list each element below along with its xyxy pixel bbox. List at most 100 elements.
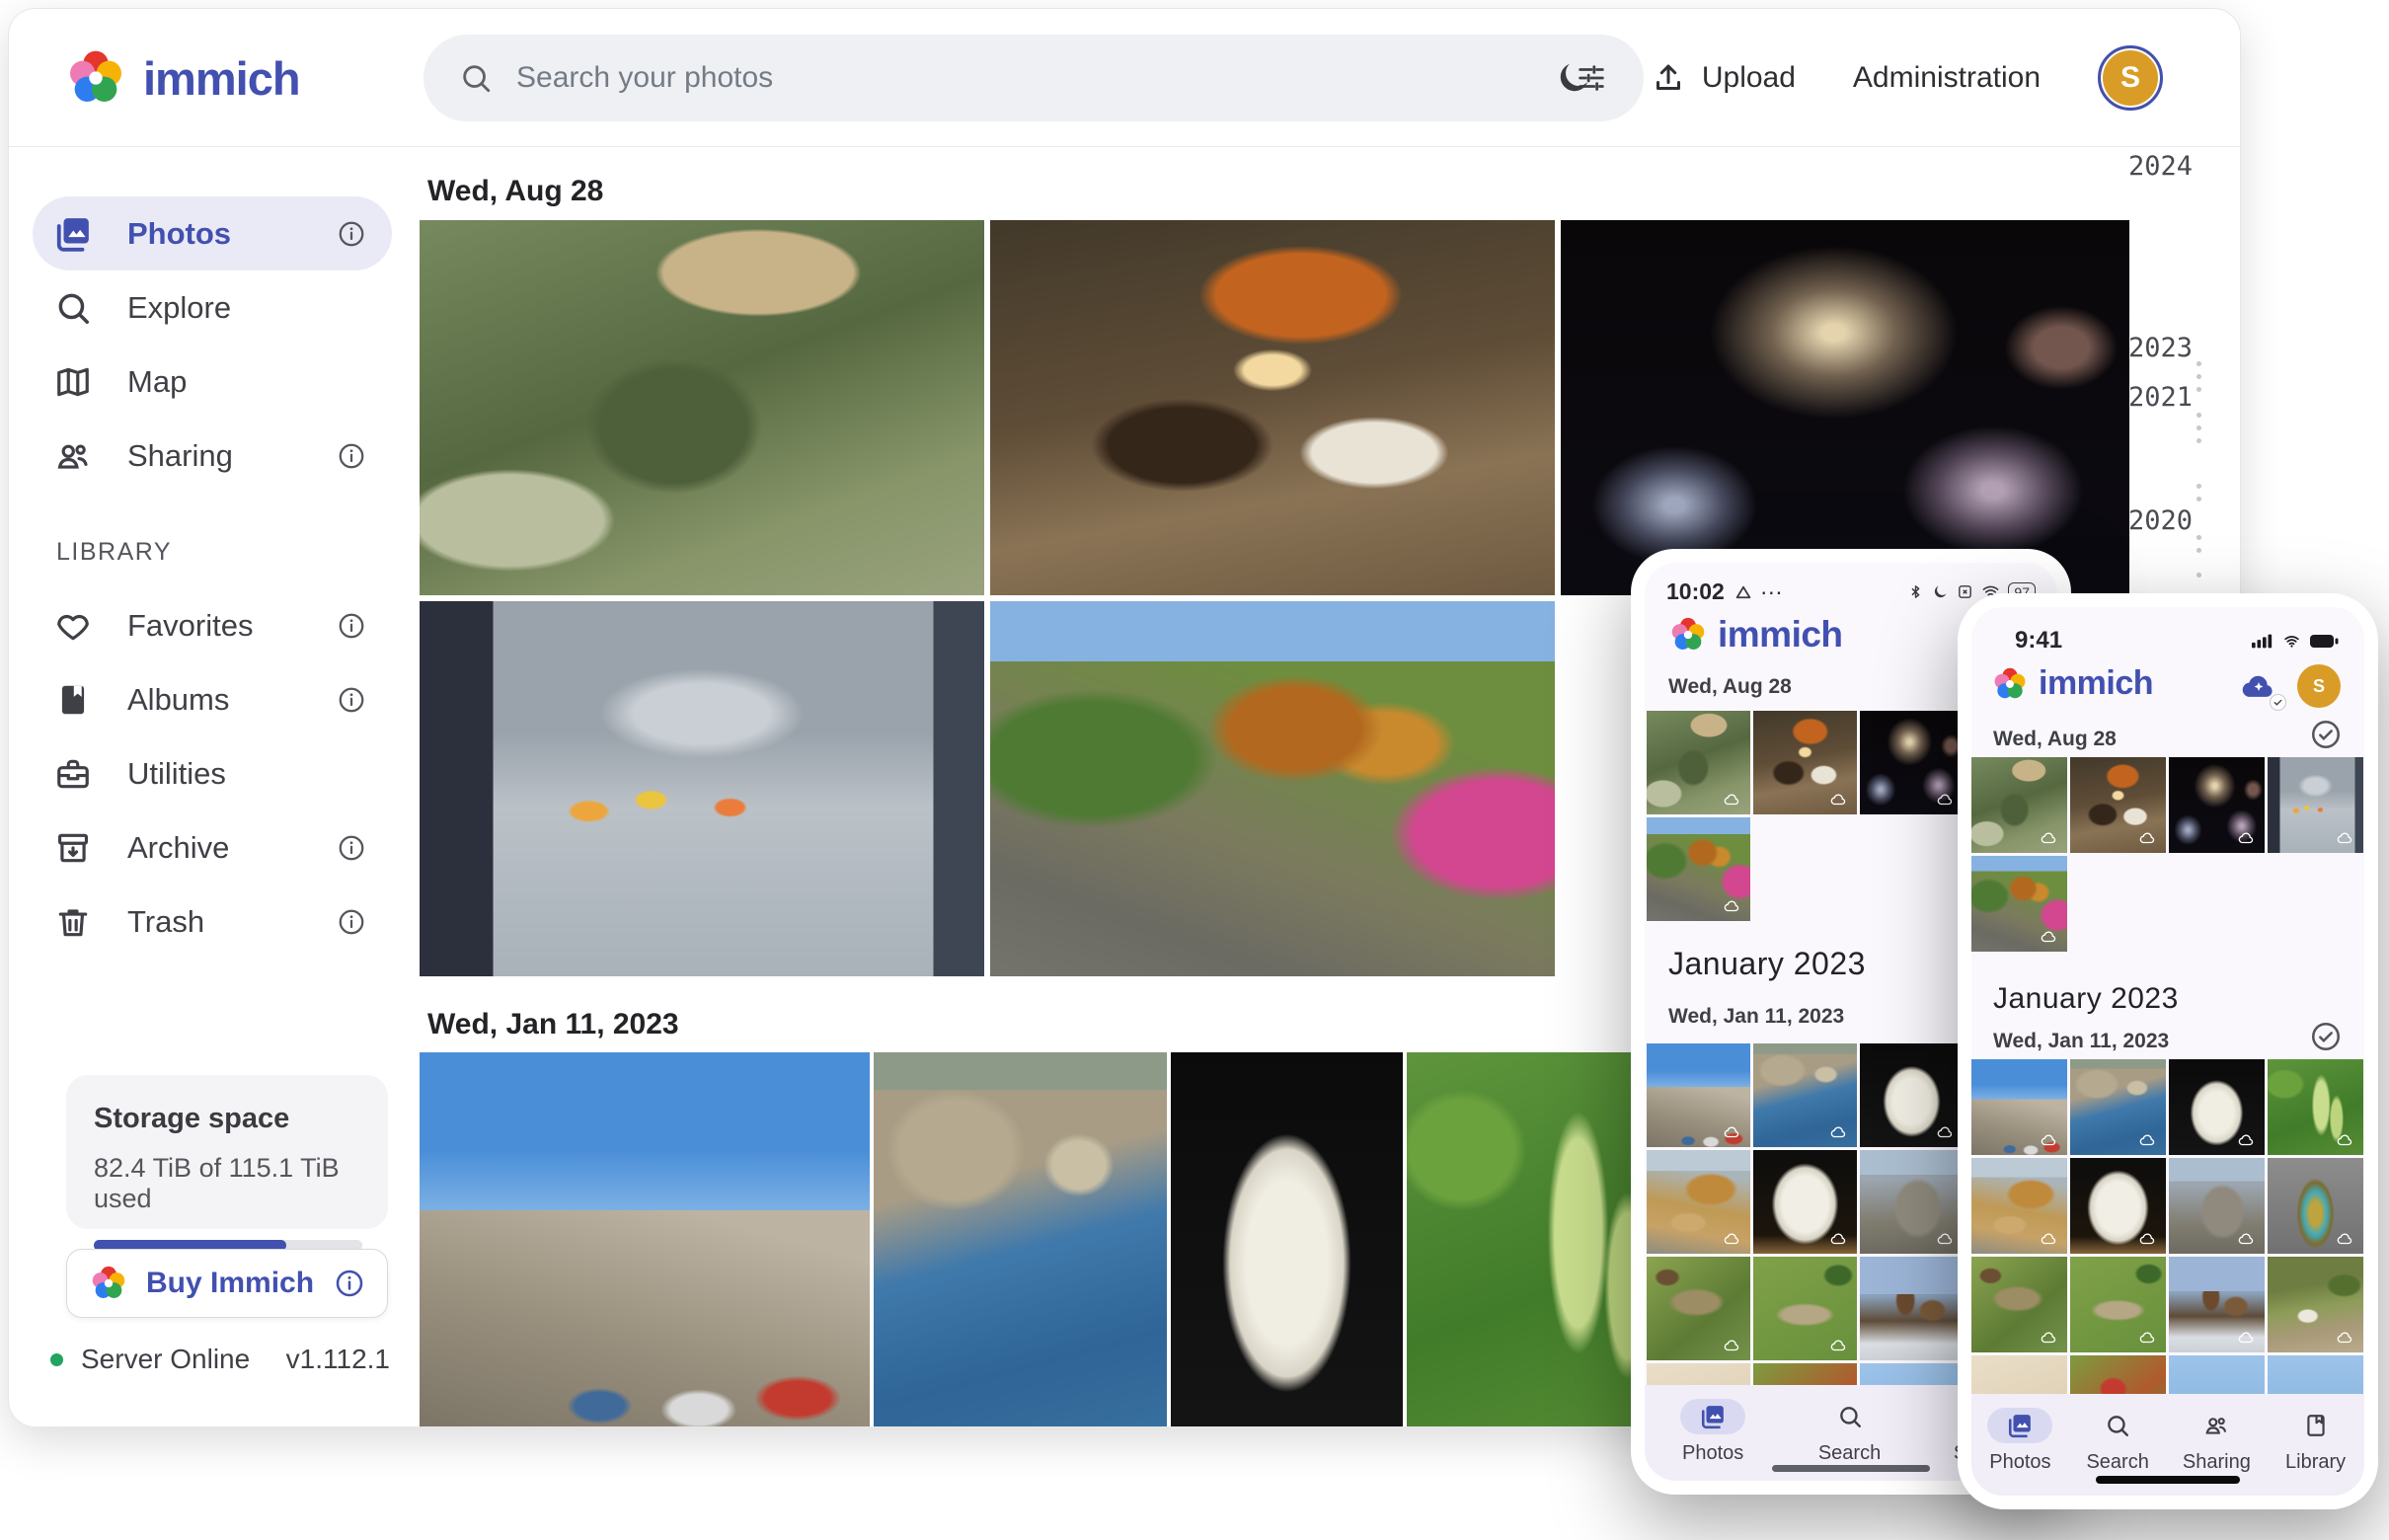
photo-thumb-fireworks[interactable] — [1860, 711, 1964, 814]
photo-thumb-lizard2[interactable] — [2070, 1257, 2166, 1352]
photo-castle[interactable] — [420, 1052, 870, 1427]
cloud-icon — [1721, 791, 1743, 808]
timeline-year-2021[interactable]: 2021 — [2128, 382, 2193, 413]
archive-icon — [54, 829, 92, 867]
phone2-nav-search[interactable]: Search — [2085, 1408, 2150, 1474]
phone2-nav-sharing[interactable]: Sharing — [2183, 1408, 2251, 1474]
cloud-icon — [2136, 1329, 2159, 1347]
photo-thumb-winterchurch[interactable] — [1860, 1257, 1964, 1360]
phone2-grid-aug — [1971, 757, 2364, 952]
battery-icon — [2310, 634, 2339, 649]
photo-monkeys[interactable] — [420, 220, 984, 595]
photo-thumb-ruins[interactable] — [2169, 1158, 2265, 1254]
home-indicator[interactable] — [2096, 1476, 2240, 1484]
phone1-nav-photos[interactable]: Photos — [1680, 1399, 1745, 1465]
photo-bust[interactable] — [1171, 1052, 1403, 1427]
sidebar-item-photos[interactable]: Photos — [33, 196, 392, 270]
sidebar-item-explore[interactable]: Explore — [33, 270, 392, 345]
sidebar-label: Albums — [127, 682, 337, 718]
photo-thumb-berries[interactable] — [2268, 1059, 2363, 1155]
photo-thumb-coastal[interactable] — [2070, 1059, 2166, 1155]
photo-thumb-bust[interactable] — [1860, 1043, 1964, 1147]
photo-thumb-winterchurch[interactable] — [2169, 1257, 2265, 1352]
photo-thumb-castle[interactable] — [1971, 1059, 2067, 1155]
sidebar-item-utilities[interactable]: Utilities — [33, 736, 392, 810]
select-all-check-icon[interactable] — [2309, 718, 2343, 751]
photo-thumb-castle[interactable] — [1647, 1043, 1750, 1147]
photo-thumb-beachcliff[interactable] — [1971, 1158, 2067, 1254]
photo-thumb-autumn[interactable] — [1647, 817, 1750, 921]
administration-link[interactable]: Administration — [1853, 61, 2041, 95]
info-icon[interactable] — [337, 611, 366, 641]
info-icon[interactable] — [337, 219, 366, 249]
photo-thumb-dinner[interactable] — [1753, 711, 1857, 814]
sidebar-item-albums[interactable]: Albums — [33, 662, 392, 736]
photo-fireworks[interactable] — [1561, 220, 2129, 595]
cloud-icon — [2136, 1230, 2159, 1248]
photo-thumb-beachcliff[interactable] — [1647, 1150, 1750, 1254]
timeline-year-2024[interactable]: 2024 — [2128, 151, 2193, 182]
photo-thumb-coastal[interactable] — [1753, 1043, 1857, 1147]
photo-thumb-hands[interactable] — [2268, 757, 2363, 853]
photo-hands[interactable] — [420, 601, 984, 976]
photo-thumb-lizard2[interactable] — [1753, 1257, 1857, 1360]
cloud-icon — [2334, 1131, 2356, 1149]
select-all-check-icon[interactable] — [2309, 1020, 2343, 1053]
photo-dinner[interactable] — [990, 220, 1555, 595]
photo-thumb-autumn[interactable] — [1971, 856, 2067, 952]
info-icon[interactable] — [337, 833, 366, 863]
photo-thumb-monkeys[interactable] — [1647, 711, 1750, 814]
phone1-clock: 10:02 — [1666, 578, 1725, 605]
info-icon[interactable] — [337, 907, 366, 937]
photo-thumb-sculpture2[interactable] — [2070, 1158, 2166, 1254]
timeline-year-2020[interactable]: 2020 — [2128, 505, 2193, 536]
sidebar-item-favorites[interactable]: Favorites — [33, 588, 392, 662]
photo-thumb-lizard1[interactable] — [1647, 1257, 1750, 1360]
photo-autumn-path[interactable] — [990, 601, 1555, 976]
buy-immich-button[interactable]: Buy Immich — [66, 1249, 388, 1318]
explore-search-icon — [54, 289, 92, 327]
nav-label: Search — [2086, 1451, 2148, 1474]
sidebar-item-sharing[interactable]: Sharing — [33, 419, 392, 493]
phone2-status-bar: 9:41 — [2015, 627, 2339, 654]
phone2-nav-library[interactable]: Library — [2283, 1408, 2349, 1474]
info-icon[interactable] — [337, 441, 366, 471]
search-input[interactable] — [516, 61, 1551, 95]
photos-icon — [1700, 1404, 1726, 1429]
sidebar-item-archive[interactable]: Archive — [33, 810, 392, 885]
photo-coastal[interactable] — [874, 1052, 1167, 1427]
photo-thumb-lizard1[interactable] — [1971, 1257, 2067, 1352]
phone1-immich-logo: immich — [1668, 614, 1843, 655]
cloud-icon — [2235, 1230, 2258, 1248]
upload-button[interactable]: Upload — [1651, 60, 1796, 96]
photo-thumb-fireworks[interactable] — [2169, 757, 2265, 853]
user-avatar[interactable]: S — [2098, 45, 2163, 111]
photo-thumb-ruins[interactable] — [1860, 1150, 1964, 1254]
search-bar[interactable] — [424, 35, 1644, 121]
photo-thumb-sculpture2[interactable] — [1753, 1150, 1857, 1254]
immich-logo[interactable]: immich — [64, 46, 300, 110]
photo-thumb-dinner[interactable] — [2070, 757, 2166, 853]
photo-thumb-monkeys[interactable] — [1971, 757, 2067, 853]
cellular-signal-icon — [2252, 633, 2273, 649]
bluetooth-icon — [1907, 583, 1924, 600]
dark-mode-moon-icon[interactable] — [1554, 58, 1593, 98]
toolbox-icon — [54, 755, 92, 793]
header-actions: Upload Administration S — [1554, 9, 2163, 147]
sidebar-label: Photos — [127, 216, 337, 252]
phone2-nav-photos[interactable]: Photos — [1987, 1408, 2052, 1474]
user-avatar[interactable]: S — [2297, 664, 2341, 708]
sidebar-item-map[interactable]: Map — [33, 345, 392, 419]
timeline-year-2023[interactable]: 2023 — [2128, 333, 2193, 363]
cloud-sync-button[interactable] — [2238, 668, 2279, 707]
info-icon[interactable] — [337, 685, 366, 715]
phone1-nav-search[interactable]: Search — [1817, 1399, 1883, 1465]
photo-thumb-farmhouse[interactable] — [2268, 1257, 2363, 1352]
info-icon[interactable] — [334, 1268, 365, 1299]
sidebar-item-trash[interactable]: Trash — [33, 885, 392, 959]
photo-thumb-trophy[interactable] — [2268, 1158, 2363, 1254]
photo-thumb-bust[interactable] — [2169, 1059, 2265, 1155]
cloud-icon — [1721, 1123, 1743, 1141]
home-indicator[interactable] — [1772, 1465, 1930, 1472]
nav-label: Library — [2285, 1451, 2346, 1474]
